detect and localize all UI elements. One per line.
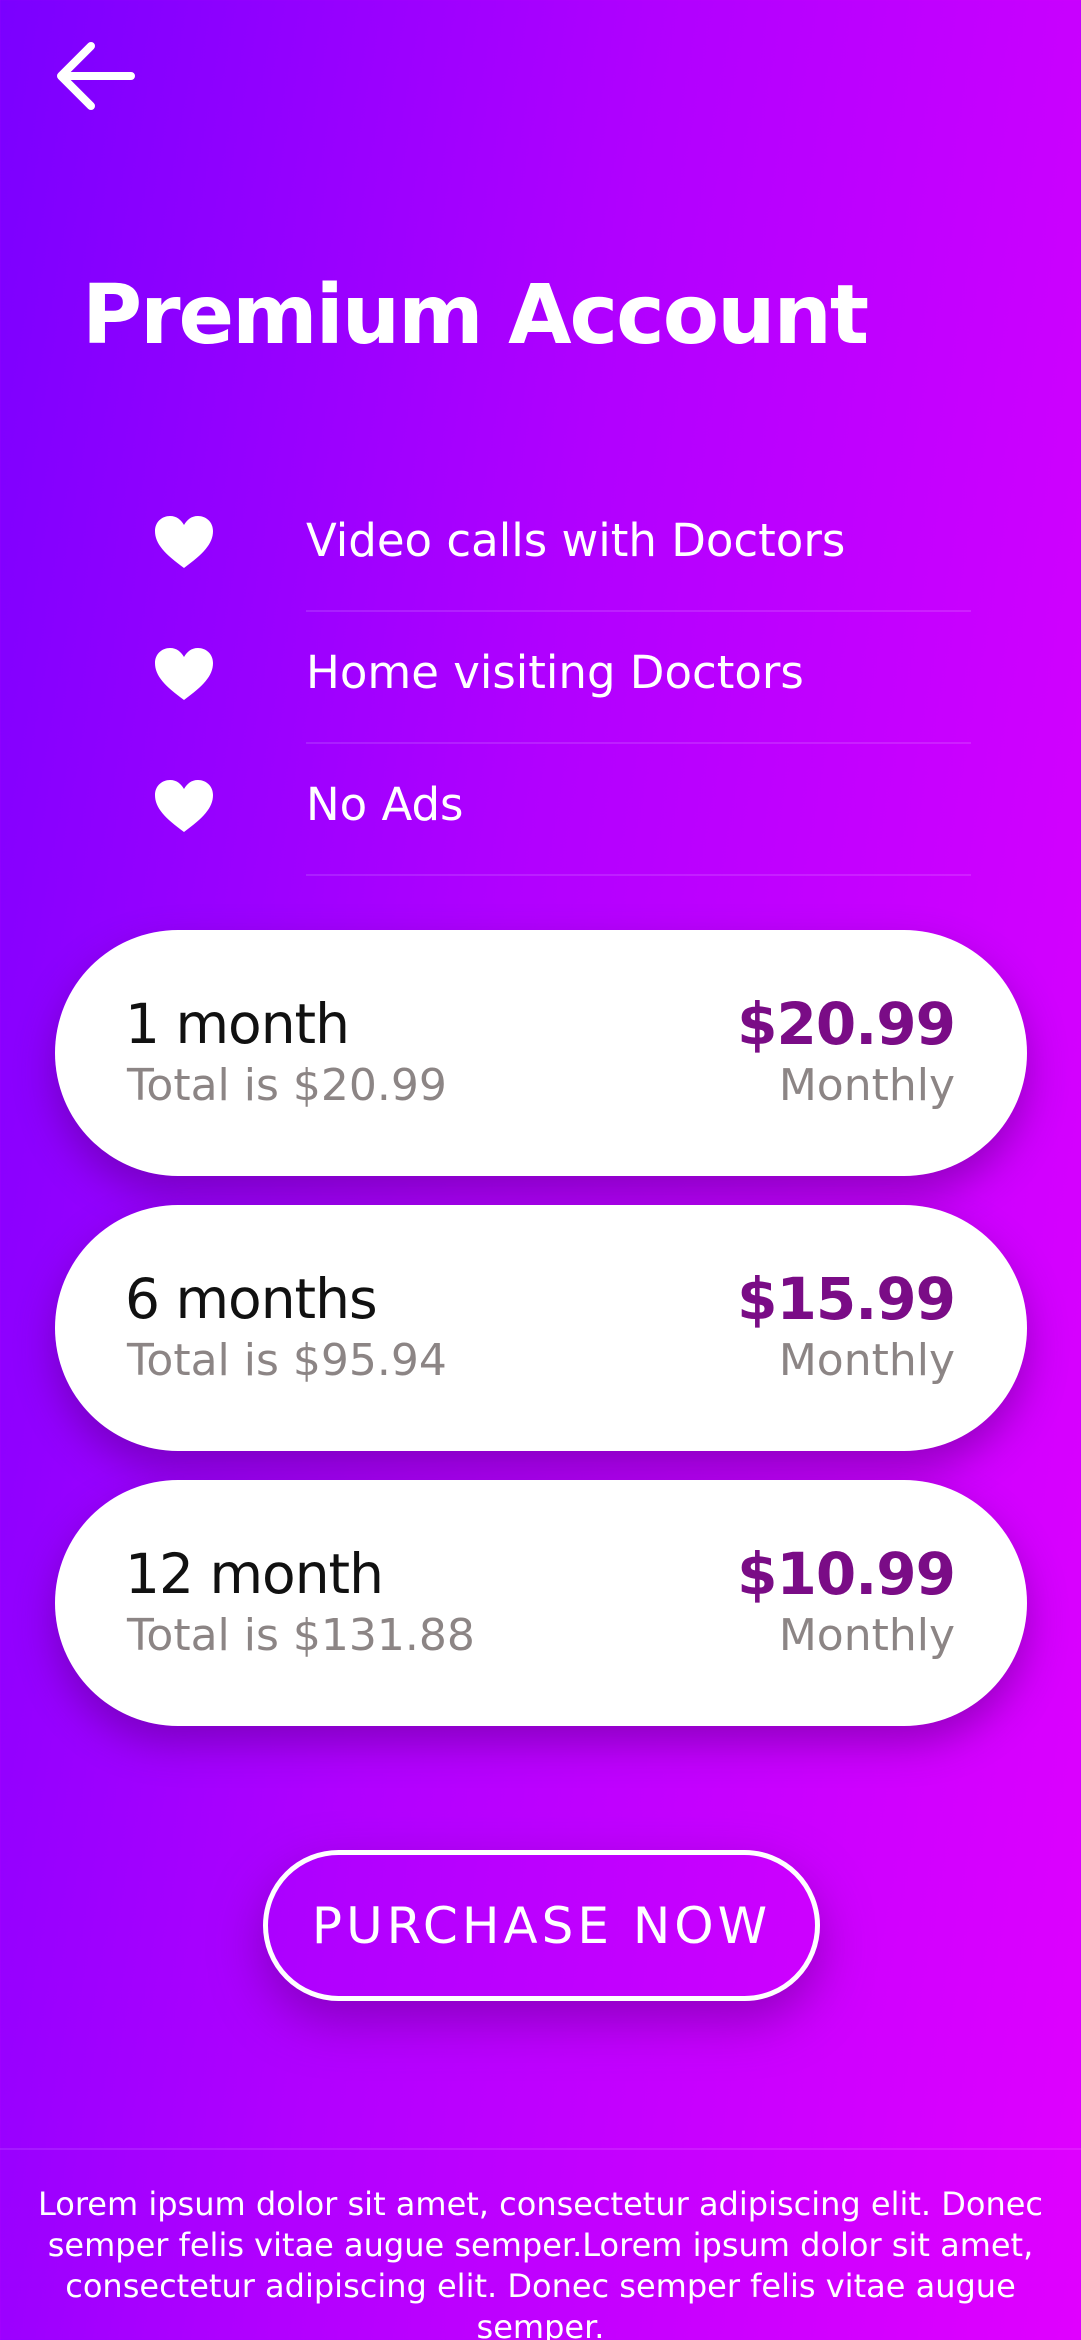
plan-total: Total is $20.99 [127,1060,447,1111]
arrow-left-icon [57,42,135,110]
plan-total: Total is $131.88 [127,1610,475,1661]
back-button[interactable] [50,36,140,116]
feature-item: Video calls with Doctors [0,480,1081,612]
page-title: Premium Account [82,268,869,363]
plan-price: $10.99 [737,1540,956,1608]
feature-item: Home visiting Doctors [0,612,1081,744]
plan-card-6-months[interactable]: 6 months Total is $95.94 $15.99 Monthly [55,1205,1027,1451]
plan-total: Total is $95.94 [127,1335,447,1386]
feature-label: Video calls with Doctors [306,514,846,567]
feature-label: Home visiting Doctors [306,646,804,699]
plan-duration: 1 month [125,992,350,1056]
plan-price: $15.99 [737,1265,956,1333]
plan-card-12-month[interactable]: 12 month Total is $131.88 $10.99 Monthly [55,1480,1027,1726]
footer-text: Lorem ipsum dolor sit amet, consectetur … [37,2185,1044,2340]
plan-price: $20.99 [737,990,956,1058]
plan-duration: 12 month [125,1542,384,1606]
heart-icon [155,648,213,700]
purchase-now-button[interactable]: PURCHASE NOW [263,1850,820,2001]
heart-icon [155,780,213,832]
heart-icon [155,516,213,568]
plan-period: Monthly [778,1610,955,1661]
plan-period: Monthly [778,1335,955,1386]
plan-duration: 6 months [125,1267,378,1331]
divider [306,874,971,876]
feature-label: No Ads [306,778,464,831]
divider [0,2148,1081,2150]
plan-period: Monthly [778,1060,955,1111]
feature-item: No Ads [0,744,1081,876]
plan-card-1-month[interactable]: 1 month Total is $20.99 $20.99 Monthly [55,930,1027,1176]
